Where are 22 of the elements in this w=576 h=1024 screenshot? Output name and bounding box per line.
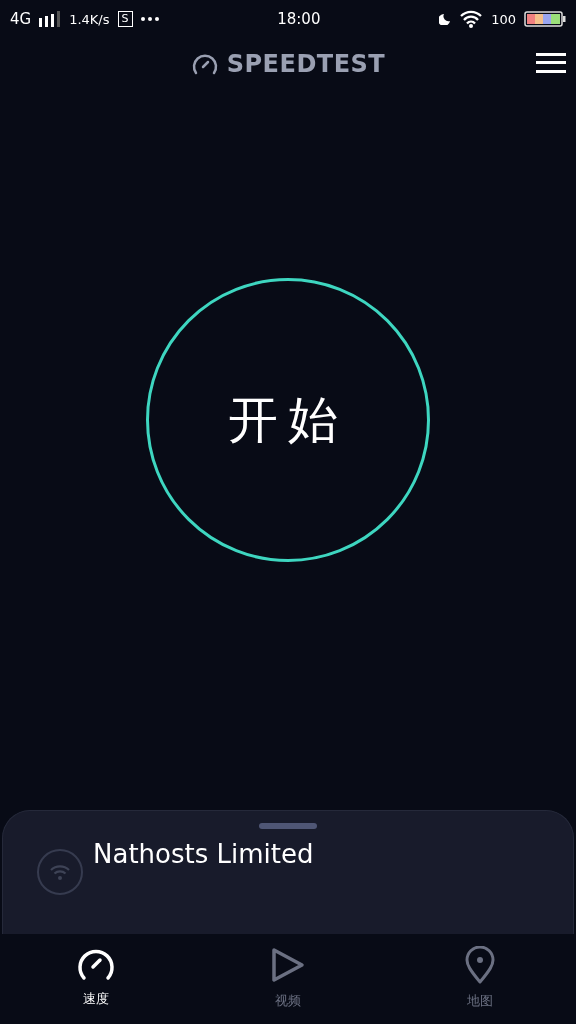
location-pin-icon [464,946,496,984]
app-badge: S [117,11,133,27]
play-icon [270,946,306,984]
drag-handle[interactable] [259,823,317,829]
speedometer-icon [190,52,219,76]
provider-name: Nathosts Limited [93,839,314,869]
nav-tab[interactable]: 速度 [0,934,192,1024]
moon-icon [439,13,452,25]
battery-icon [524,11,566,27]
battery-percent: 100 [491,11,516,27]
signal-icon [39,11,62,27]
menu-button[interactable] [536,50,566,76]
start-button[interactable]: 开始 [146,278,430,562]
app-title: SPEEDTEST [226,50,386,78]
wifi-icon [37,849,83,895]
nav-tab[interactable]: 地图 [384,934,576,1024]
clock: 18:00 [277,10,321,28]
more-icon [140,17,159,21]
wifi-icon [459,10,484,28]
nav-tab[interactable]: 视频 [192,934,384,1024]
network-speed: 1.4K/s [69,11,110,27]
network-type: 4G [10,10,32,28]
